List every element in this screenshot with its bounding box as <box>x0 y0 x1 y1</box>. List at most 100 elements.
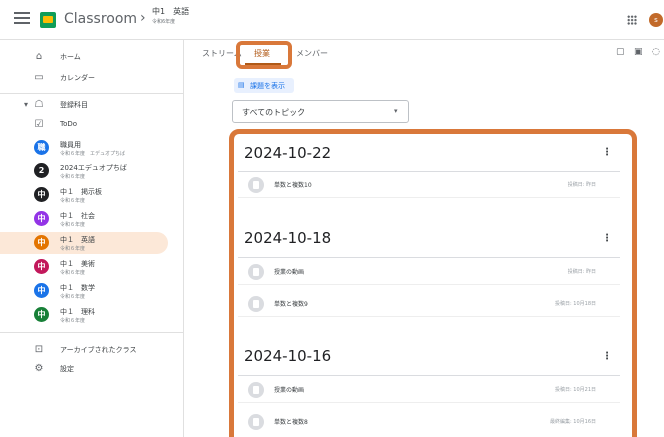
breadcrumb-chevron-icon: › <box>140 10 146 26</box>
classwork-tab-highlight <box>236 41 292 69</box>
classwork-item-title: 単数と複数9 <box>274 301 308 308</box>
sidebar-class-5[interactable]: 中 中１ 美術 令和６年度 <box>0 256 168 278</box>
topic-filter-value: すべてのトピック <box>242 108 306 117</box>
home-icon: ⌂ <box>35 51 43 62</box>
class-section: 令和６年度 <box>60 174 86 180</box>
class-name: 中１ 掲示板 <box>60 188 102 196</box>
classwork-item-title: 単数と複数10 <box>274 182 312 189</box>
enrolled-classes-icon: ☖ <box>34 99 44 110</box>
class-section: 令和６年度 <box>60 270 86 276</box>
class-avatar: 中 <box>34 259 49 274</box>
row-divider <box>238 402 620 403</box>
material-icon <box>248 177 264 193</box>
class-name: 中１ 美術 <box>60 260 95 268</box>
classroom-logo-icon[interactable] <box>40 12 56 28</box>
account-avatar[interactable]: s <box>649 13 663 27</box>
classwork-item-date: 投稿日: 昨日 <box>567 269 596 275</box>
assignment-icon: ▤ <box>238 81 245 89</box>
row-divider <box>238 284 620 285</box>
topic-heading[interactable]: 2024-10-16 <box>244 347 331 365</box>
sidebar-item-home[interactable]: ⌂ ホーム <box>0 46 168 68</box>
chevron-down-icon[interactable]: ▾ <box>24 100 28 109</box>
sidebar-item-label: アーカイブされたクラス <box>60 346 137 354</box>
more-options-icon[interactable]: ⋮ <box>602 351 612 362</box>
row-divider <box>238 316 620 317</box>
sidebar-item-label: カレンダー <box>60 74 95 82</box>
sidebar-item-label: ホーム <box>60 53 81 61</box>
gear-icon: ⚙ <box>34 363 44 374</box>
main-menu-icon[interactable] <box>14 12 30 26</box>
classwork-item-date: 投稿日: 10月18日 <box>555 301 596 307</box>
classwork-item[interactable]: 授業の動画 投稿日: 昨日 <box>238 259 620 285</box>
topic-divider <box>238 257 620 258</box>
classwork-item-title: 授業の動画 <box>274 387 305 394</box>
calendar-icon[interactable]: ▣ <box>634 47 643 57</box>
drive-folder-icon[interactable]: ◌ <box>652 47 660 57</box>
class-avatar: 中 <box>34 307 49 322</box>
sidebar-class-4[interactable]: 中 中１ 英語 令和６年度 <box>0 232 168 254</box>
sidebar-item-calendar[interactable]: ▭ カレンダー <box>0 67 168 89</box>
classwork-item-date: 投稿日: 昨日 <box>567 182 596 188</box>
class-name: 中１ 理科 <box>60 308 95 316</box>
sidebar-class-3[interactable]: 中 中１ 社会 令和６年度 <box>0 208 168 230</box>
dropdown-arrow-icon: ▾ <box>394 107 398 115</box>
classwork-item[interactable]: 単数と複数8 最終編集: 10月16日 <box>238 409 620 435</box>
class-name: 職員用 <box>60 141 81 149</box>
class-avatar: 中 <box>34 235 49 250</box>
topic-filter-select[interactable]: すべてのトピック ▾ <box>232 100 409 123</box>
calendar-icon: ▭ <box>34 72 44 83</box>
material-icon <box>248 264 264 280</box>
sidebar-class-7[interactable]: 中 中１ 理科 令和６年度 <box>0 304 168 326</box>
sidebar-item-settings[interactable]: ⚙ 設定 <box>0 358 168 380</box>
row-divider <box>238 197 620 198</box>
classwork-item-title: 授業の動画 <box>274 269 305 276</box>
classwork-item[interactable]: 単数と複数10 投稿日: 昨日 <box>238 172 620 198</box>
class-avatar: 2 <box>34 163 49 178</box>
more-options-icon[interactable]: ⋮ <box>602 233 612 244</box>
google-apps-icon[interactable] <box>627 15 637 25</box>
archive-icon: ⊡ <box>34 344 44 355</box>
class-name: 中１ 英語 <box>60 236 95 244</box>
todo-icon: ☑ <box>34 119 44 130</box>
class-name: 中１ 社会 <box>60 212 95 220</box>
classwork-item[interactable]: 単数と複数9 投稿日: 10月18日 <box>238 291 620 317</box>
meet-icon[interactable]: ▢ <box>616 47 625 57</box>
class-avatar: 中 <box>34 211 49 226</box>
tab-people[interactable]: メンバー <box>296 48 328 59</box>
sidebar-item-todo[interactable]: ☑ ToDo <box>0 114 168 136</box>
class-avatar: 中 <box>34 187 49 202</box>
class-name: 中１ 数学 <box>60 284 95 292</box>
sidebar: ⌂ ホーム ▭ カレンダー ▾ ☖ 登録科目 ☑ ToDo 職 職員用 令和６年… <box>0 40 184 437</box>
topic-heading[interactable]: 2024-10-18 <box>244 229 331 247</box>
sidebar-item-enrolled[interactable]: ▾ ☖ 登録科目 <box>0 94 168 116</box>
top-app-bar: Classroom › 中1 英語 令和6年度 s <box>0 0 664 40</box>
classwork-item-date: 投稿日: 10月21日 <box>555 387 596 393</box>
more-options-icon[interactable]: ⋮ <box>602 147 612 158</box>
class-section: 令和６年度 <box>60 198 86 204</box>
view-your-work-button[interactable]: ▤ 課題を表示 <box>234 78 294 93</box>
material-icon <box>248 382 264 398</box>
view-your-work-label: 課題を表示 <box>250 82 285 90</box>
class-section: 令和６年度 エデュオプちば <box>60 151 126 157</box>
classwork-item[interactable]: 授業の動画 投稿日: 10月21日 <box>238 377 620 403</box>
topic-divider <box>238 375 620 376</box>
sidebar-item-label: ToDo <box>60 120 78 128</box>
topic-heading[interactable]: 2024-10-22 <box>244 144 331 162</box>
sidebar-class-6[interactable]: 中 中１ 数学 令和６年度 <box>0 280 168 302</box>
sidebar-class-2[interactable]: 中 中１ 掲示板 令和６年度 <box>0 184 168 206</box>
class-avatar: 中 <box>34 283 49 298</box>
sidebar-item-label: 設定 <box>60 365 74 373</box>
material-icon <box>248 414 264 430</box>
sidebar-item-label: 登録科目 <box>60 101 88 109</box>
sidebar-class-0[interactable]: 職 職員用 令和６年度 エデュオプちば <box>0 137 168 159</box>
app-title[interactable]: Classroom <box>64 11 137 27</box>
class-name: 2024エデュオプちば <box>60 164 127 172</box>
class-section: 令和６年度 <box>60 222 86 228</box>
breadcrumb-class-name[interactable]: 中1 英語 <box>152 6 189 17</box>
class-section: 令和６年度 <box>60 246 86 252</box>
material-icon <box>248 296 264 312</box>
sidebar-divider <box>0 332 184 333</box>
class-avatar: 職 <box>34 140 49 155</box>
sidebar-class-1[interactable]: 2 2024エデュオプちば 令和６年度 <box>0 160 168 182</box>
class-section: 令和６年度 <box>60 294 86 300</box>
